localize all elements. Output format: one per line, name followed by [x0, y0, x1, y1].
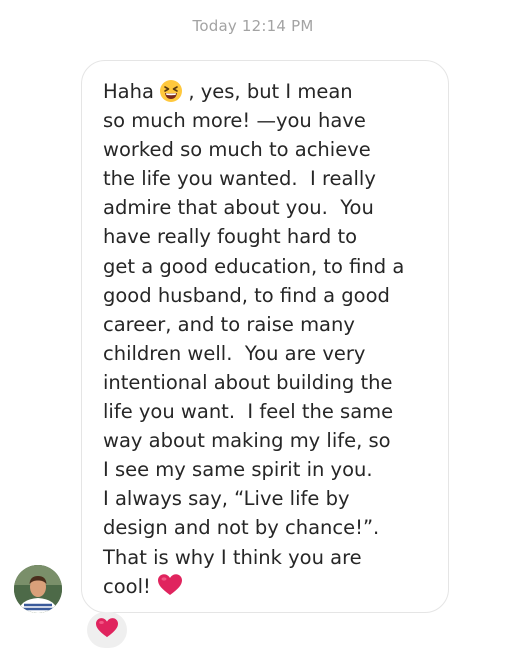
message-line: good husband, to find a good [103, 283, 390, 307]
message-line: career, and to raise many [103, 312, 355, 336]
message-line: get a good education, to find a [103, 254, 405, 278]
message-line: cool! [103, 574, 158, 598]
message-line: Haha [103, 80, 161, 103]
grinning-squinting-face-icon [160, 80, 183, 102]
red-heart-icon [95, 617, 119, 643]
message-line: children well. You are very [103, 341, 366, 365]
message-timestamp: Today 12:14 PM [192, 17, 314, 35]
message-line: life you want. I feel the same [103, 400, 394, 424]
red-heart-icon [157, 573, 183, 605]
message-line: way about making my life, so [103, 429, 391, 453]
message-line: worked so much to achieve [103, 138, 371, 162]
message-line: I always say, “Live life by [103, 487, 350, 511]
message-line: , yes, but I mean [182, 80, 353, 103]
message-line: design and not by chance!”. [103, 516, 380, 540]
sender-avatar[interactable] [14, 565, 62, 613]
message-line: I see my same spirit in you. [103, 458, 373, 482]
message-line: the life you wanted. I really [103, 167, 376, 191]
message-line: That is why I think you are [103, 545, 362, 569]
message-text: Haha , yes, but I mean so much more! —yo… [103, 77, 438, 605]
heart-reaction[interactable] [87, 612, 127, 648]
message-bubble[interactable]: Haha , yes, but I mean so much more! —yo… [81, 60, 449, 613]
message-line: intentional about building the [103, 370, 393, 394]
message-line: so much more! —you have [103, 109, 366, 133]
message-line: admire that about you. You [103, 196, 374, 220]
message-line: have really fought hard to [103, 225, 358, 249]
